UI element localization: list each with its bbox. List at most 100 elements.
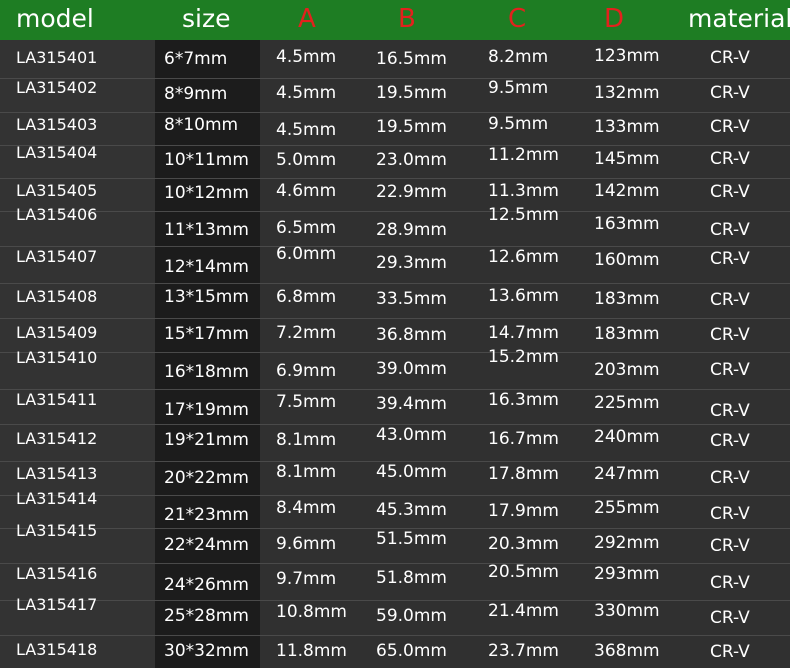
cell-d: 292mm (594, 533, 660, 553)
cell-material: CR-V (710, 48, 750, 68)
table-row: LA315414 21*23mm 8.4mm 45.3mm 17.9mm 255mm CR-… (0, 489, 790, 528)
cell-model: LA315402 (16, 78, 98, 97)
cell-model: LA315417 (16, 595, 98, 614)
table-row: LA315403 8*10mm 4.5mm 19.5mm 9.5mm 133mm CR-V (0, 112, 790, 145)
cell-a: 9.6mm (276, 534, 337, 554)
cell-material: CR-V (710, 608, 750, 628)
table-row: LA315417 25*28mm 10.8mm 59.0mm 21.4mm 330mm CR… (0, 595, 790, 635)
cell-model: LA315416 (16, 564, 98, 583)
column-header-size: size (182, 4, 231, 33)
cell-c: 16.3mm (488, 390, 559, 410)
table-row: LA315413 20*22mm 8.1mm 45.0mm 17.8mm 247mm CR-… (0, 461, 790, 495)
cell-a: 7.5mm (276, 392, 337, 412)
cell-c: 17.8mm (488, 464, 559, 484)
cell-d: 240mm (594, 427, 660, 447)
cell-d: 163mm (594, 214, 660, 234)
cell-b: 59.0mm (376, 606, 447, 626)
column-header-model: model (16, 4, 94, 33)
cell-b: 36.8mm (376, 325, 447, 345)
cell-a: 10.8mm (276, 602, 347, 622)
cell-b: 45.0mm (376, 462, 447, 482)
cell-b: 65.0mm (376, 641, 447, 661)
cell-b: 45.3mm (376, 500, 447, 520)
cell-model: LA315403 (16, 115, 98, 134)
cell-size: 13*15mm (164, 287, 249, 307)
cell-model: LA315409 (16, 323, 98, 342)
cell-b: 29.3mm (376, 253, 447, 273)
cell-b: 43.0mm (376, 425, 447, 445)
cell-size: 25*28mm (164, 606, 249, 626)
cell-model: LA315415 (16, 521, 98, 540)
cell-model: LA315411 (16, 390, 98, 409)
table-row: LA315418 30*32mm 11.8mm 65.0mm 23.7mm 368mm CR… (0, 635, 790, 668)
cell-b: 22.9mm (376, 182, 447, 202)
cell-model: LA315406 (16, 205, 98, 224)
table-row: LA315416 24*26mm 9.7mm 51.8mm 20.5mm 293mm CR-… (0, 562, 790, 600)
cell-material: CR-V (710, 431, 750, 451)
cell-d: 142mm (594, 181, 660, 201)
cell-c: 20.3mm (488, 534, 559, 554)
cell-c: 11.3mm (488, 181, 559, 201)
column-header-a: A (298, 4, 316, 34)
cell-material: CR-V (710, 468, 750, 488)
cell-model: LA315414 (16, 489, 98, 508)
cell-c: 12.5mm (488, 205, 559, 225)
cell-material: CR-V (710, 83, 750, 103)
table-row: LA315412 19*21mm 8.1mm 43.0mm 16.7mm 240mm CR-… (0, 424, 790, 461)
cell-c: 21.4mm (488, 601, 559, 621)
cell-d: 203mm (594, 360, 660, 380)
cell-a: 4.5mm (276, 120, 337, 140)
table-row: LA315405 10*12mm 4.6mm 22.9mm 11.3mm 142mm CR-… (0, 178, 790, 211)
cell-a: 4.5mm (276, 83, 337, 103)
table-row: LA315411 17*19mm 7.5mm 39.4mm 16.3mm 225mm CR-… (0, 389, 790, 424)
cell-material: CR-V (710, 504, 750, 524)
cell-material: CR-V (710, 642, 750, 662)
table-row: LA315407 12*14mm 6.0mm 29.3mm 12.6mm 160mm CR-… (0, 244, 790, 283)
cell-model: LA315407 (16, 247, 98, 266)
cell-d: 160mm (594, 250, 660, 270)
cell-c: 17.9mm (488, 501, 559, 521)
cell-material: CR-V (710, 325, 750, 345)
cell-c: 12.6mm (488, 247, 559, 267)
cell-size: 22*24mm (164, 535, 249, 555)
cell-a: 9.7mm (276, 569, 337, 589)
cell-a: 4.5mm (276, 47, 337, 67)
table-row: LA315404 10*11mm 5.0mm 23.0mm 11.2mm 145mm CR-… (0, 143, 790, 178)
cell-model: LA315401 (16, 48, 98, 67)
cell-d: 123mm (594, 46, 660, 66)
cell-size: 17*19mm (164, 400, 249, 420)
cell-d: 255mm (594, 498, 660, 518)
cell-material: CR-V (710, 290, 750, 310)
cell-b: 19.5mm (376, 117, 447, 137)
cell-model: LA315413 (16, 464, 98, 483)
cell-d: 133mm (594, 117, 660, 137)
cell-a: 4.6mm (276, 181, 337, 201)
cell-a: 6.8mm (276, 287, 337, 307)
cell-a: 6.9mm (276, 361, 337, 381)
cell-material: CR-V (710, 182, 750, 202)
cell-material: CR-V (710, 117, 750, 137)
table-row: LA315409 15*17mm 7.2mm 36.8mm 14.7mm 183mm CR-… (0, 318, 790, 352)
cell-c: 15.2mm (488, 347, 559, 367)
cell-d: 183mm (594, 324, 660, 344)
cell-size: 10*12mm (164, 183, 249, 203)
cell-size: 21*23mm (164, 505, 249, 525)
cell-a: 5.0mm (276, 150, 337, 170)
cell-b: 39.4mm (376, 394, 447, 414)
cell-b: 51.5mm (376, 529, 447, 549)
cell-size: 11*13mm (164, 220, 249, 240)
table-row: LA315406 11*13mm 6.5mm 28.9mm 12.5mm 163mm CR-… (0, 205, 790, 246)
cell-b: 16.5mm (376, 49, 447, 69)
header-row: model size A B C Dmaterial (0, 0, 790, 40)
cell-a: 8.1mm (276, 462, 337, 482)
cell-c: 20.5mm (488, 562, 559, 582)
cell-c: 9.5mm (488, 114, 549, 134)
cell-size: 20*22mm (164, 468, 249, 488)
cell-material: CR-V (710, 220, 750, 240)
cell-material: CR-V (710, 573, 750, 593)
table-row: LA315401 6*7mm 4.5mm 16.5mm 8.2mm 123mm CR-V (0, 40, 790, 78)
cell-size: 8*9mm (164, 84, 228, 104)
column-header-d: D (604, 4, 625, 34)
spec-table: model size A B C Dmaterial LA315401 6*7mm 4.5mm… (0, 0, 790, 668)
cell-material: CR-V (710, 536, 750, 556)
